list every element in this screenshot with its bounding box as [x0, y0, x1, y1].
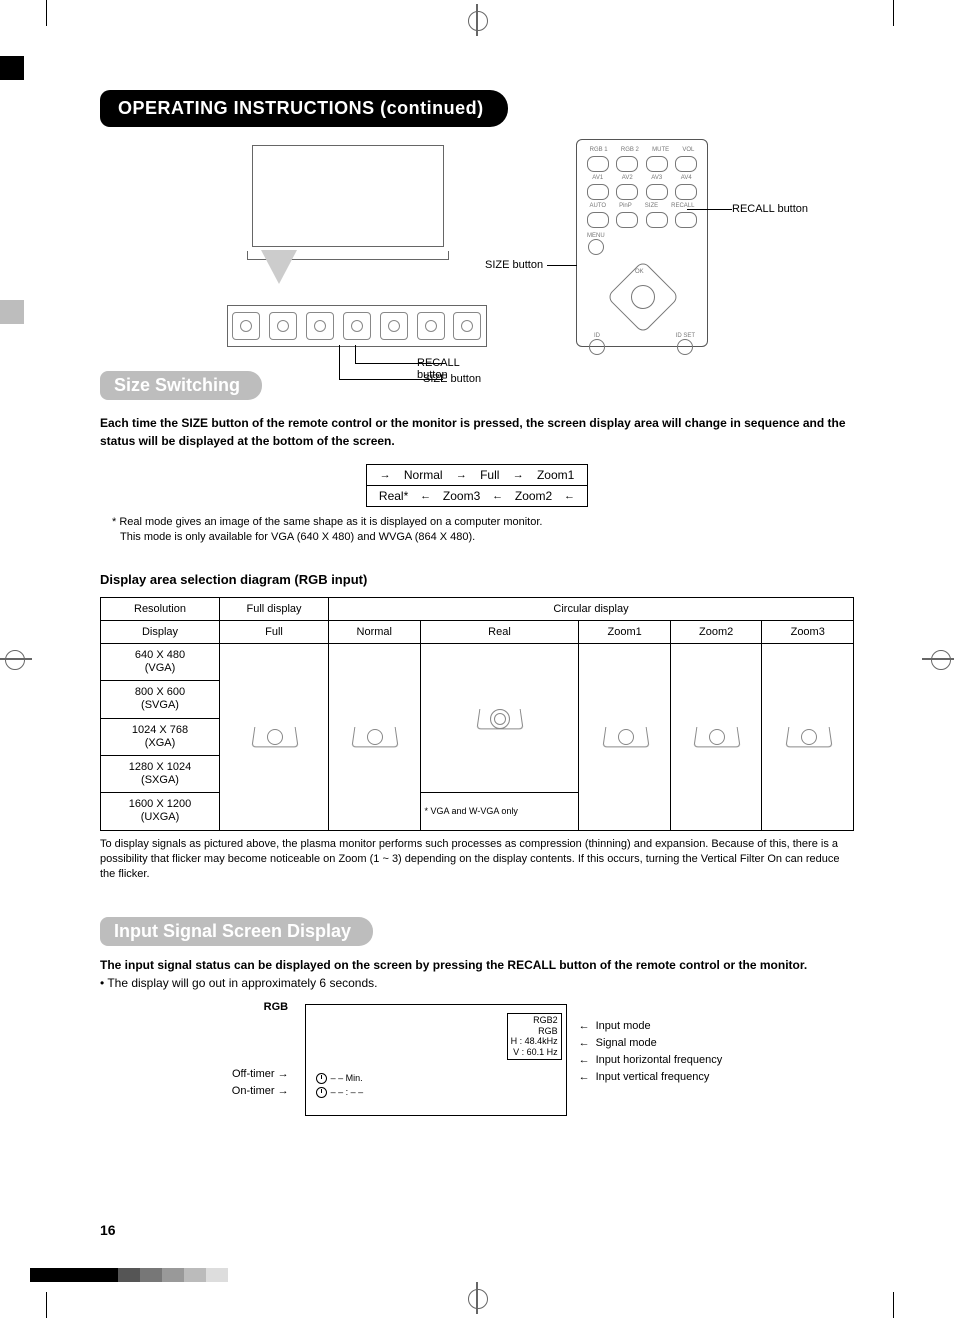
table-row: 1024 X 768 (XGA): [101, 718, 220, 755]
side-marker-black: [0, 56, 24, 80]
remote-diagram: RGB 1RGB 2MUTEVOL AV1AV2AV3AV4 AUTOPinPS…: [557, 139, 727, 347]
page-number: 16: [100, 1222, 116, 1238]
size-intro-text: Each time the SIZE button of the remote …: [100, 414, 854, 450]
monitor-diagram: RECALL button SIZE button: [227, 145, 487, 347]
input-bullet: • The display will go out in approximate…: [100, 976, 854, 990]
table-subhead: Display area selection diagram (RGB inpu…: [100, 572, 854, 587]
signal-screen-diagram: RGB RGB2 RGB H : 48.4kHz V : 60.1 Hz – –…: [305, 1004, 567, 1116]
corner-tick: [877, 1292, 894, 1318]
cycle-note-1: * Real mode gives an image of the same s…: [112, 515, 854, 530]
display-thumb-normal: [349, 719, 399, 751]
crop-mark-right: [926, 647, 954, 671]
display-thumb-zoom3: [783, 719, 833, 751]
table-row: 1600 X 1200 (UXGA): [101, 793, 220, 830]
signal-right-callouts: ←Input mode ←Signal mode ←Input horizont…: [579, 1004, 723, 1116]
table-row: 1280 X 1024 (SXGA): [101, 755, 220, 792]
arrow-down-icon: [261, 250, 297, 284]
display-thumb-zoom2: [691, 719, 741, 751]
display-thumb-full: [249, 719, 299, 751]
display-thumb-real: [474, 701, 524, 733]
page-title: OPERATING INSTRUCTIONS (continued): [100, 90, 508, 127]
monitor-button-row: [227, 305, 487, 347]
size-cycle-diagram: →Normal →Full →Zoom1 Real*← Zoom3← Zoom2…: [366, 464, 588, 507]
section-input-signal: Input Signal Screen Display: [100, 917, 373, 946]
signal-info-box: RGB2 RGB H : 48.4kHz V : 60.1 Hz: [507, 1013, 562, 1060]
table-row: 800 X 600 (SVGA): [101, 681, 220, 718]
table-row: 640 X 480 (VGA): [101, 643, 220, 680]
monitor-size-label: SIZE button: [423, 373, 481, 385]
remote-size-label: SIZE button: [485, 259, 543, 271]
rgb-label: RGB: [264, 1001, 288, 1013]
corner-tick: [46, 1292, 63, 1318]
clock-icon: [316, 1087, 327, 1098]
crop-mark-left: [0, 647, 28, 671]
corner-tick: [877, 0, 894, 26]
signal-left-callouts: Off-timer → On-timer →: [232, 1004, 295, 1116]
display-area-table: Resolution Full display Circular display…: [100, 597, 854, 831]
table-footnote: To display signals as pictured above, th…: [100, 837, 854, 883]
section-size-switching: Size Switching: [100, 371, 262, 400]
display-thumb-zoom1: [600, 719, 650, 751]
crop-mark-bottom: [465, 1286, 489, 1310]
side-marker-grey: [0, 300, 24, 324]
remote-recall-label: RECALL button: [732, 203, 808, 215]
cycle-note-2: This mode is only available for VGA (640…: [120, 530, 854, 545]
clock-icon: [316, 1073, 327, 1084]
gradient-bar: [30, 1268, 228, 1282]
corner-tick: [46, 0, 63, 26]
input-intro-text: The input signal status can be displayed…: [100, 956, 854, 974]
crop-mark-top: [465, 8, 489, 32]
